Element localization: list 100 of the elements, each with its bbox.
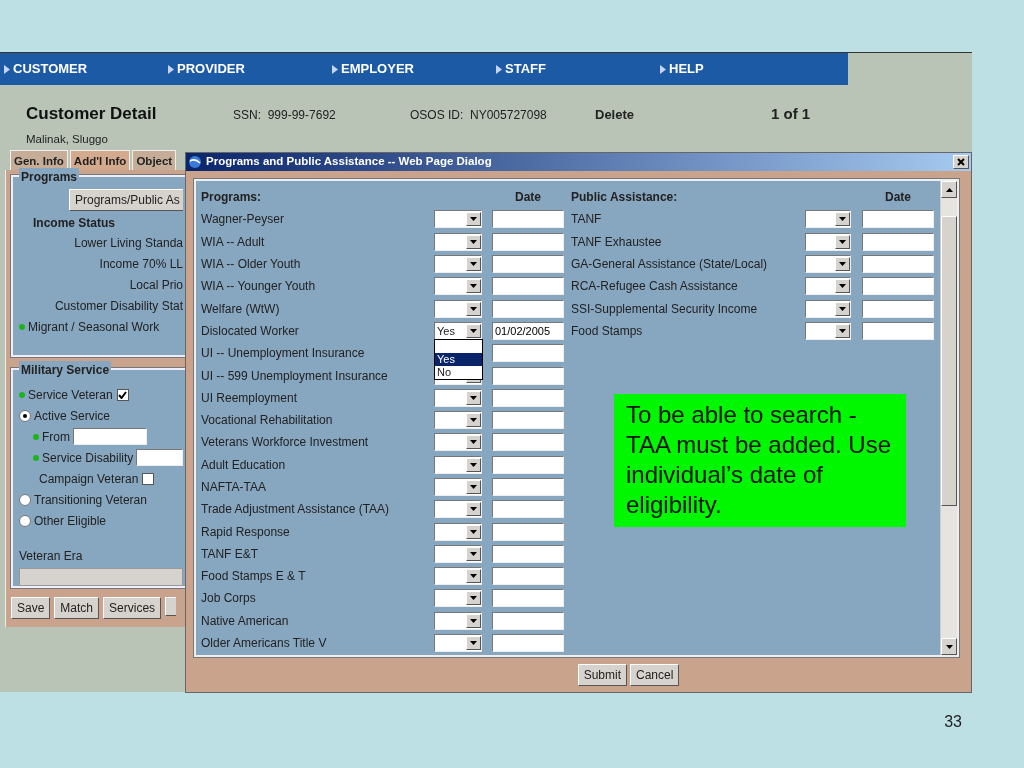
- date-field[interactable]: [492, 611, 564, 630]
- date-field[interactable]: [492, 344, 564, 363]
- column-heading: Public Assistance:: [571, 189, 679, 207]
- form-button[interactable]: [165, 597, 177, 616]
- date-field[interactable]: [492, 277, 564, 296]
- field-label: Income 70% LL: [99, 255, 183, 273]
- dropdown-field[interactable]: [434, 232, 482, 251]
- dropdown-field[interactable]: [434, 589, 482, 608]
- date-field[interactable]: [492, 433, 564, 452]
- date-field[interactable]: [492, 544, 564, 563]
- dropdown-field[interactable]: [434, 522, 482, 541]
- nav-link[interactable]: STAFF: [505, 59, 546, 79]
- dropdown-field[interactable]: [805, 277, 851, 296]
- dialog-button[interactable]: Submit: [577, 664, 627, 686]
- dropdown-field[interactable]: [805, 210, 851, 229]
- arrow-up-icon: [945, 187, 953, 192]
- close-icon: [957, 158, 965, 166]
- date-field[interactable]: [862, 277, 934, 296]
- dropdown-option[interactable]: No: [435, 366, 482, 380]
- dialog-button[interactable]: Cancel: [630, 664, 680, 686]
- tab[interactable]: Add'l Info: [69, 150, 131, 170]
- program-label: Food Stamps E & T: [201, 568, 307, 586]
- dropdown-field[interactable]: [434, 478, 482, 496]
- radio-label: Transitioning Veteran: [34, 491, 147, 509]
- dropdown-option[interactable]: Yes: [435, 353, 482, 367]
- dropdown-field[interactable]: [434, 455, 482, 474]
- form-button[interactable]: Match: [54, 597, 100, 619]
- caret-down-icon: [839, 306, 846, 311]
- assistance-label: SSI-Supplemental Security Income: [571, 300, 759, 318]
- dropdown-field[interactable]: [434, 411, 482, 430]
- caret-down-icon: [470, 551, 477, 556]
- date-field[interactable]: [492, 232, 564, 251]
- dropdown-field[interactable]: [434, 567, 482, 586]
- dropdown-field[interactable]: [434, 500, 482, 519]
- radio-button[interactable]: [19, 409, 31, 422]
- dropdown-field[interactable]: [19, 568, 183, 586]
- nav-link[interactable]: PROVIDER: [177, 59, 245, 79]
- caret-down-icon: [470, 507, 477, 512]
- column-heading: Date: [514, 189, 542, 207]
- date-field[interactable]: [492, 388, 564, 407]
- date-field[interactable]: [492, 522, 564, 541]
- dropdown-field[interactable]: [434, 388, 482, 407]
- program-label: Dislocated Worker: [201, 322, 300, 340]
- program-label: Job Corps: [201, 590, 257, 608]
- date-field[interactable]: [492, 589, 564, 608]
- date-field[interactable]: [492, 210, 564, 229]
- dropdown-field[interactable]: [434, 634, 482, 653]
- ssn-text: SSN: 999-99-7692: [233, 107, 337, 124]
- program-label: NAFTA-TAA: [201, 479, 267, 496]
- date-field[interactable]: [862, 210, 934, 229]
- nav-link[interactable]: CUSTOMER: [13, 59, 88, 79]
- caret-down-icon: [470, 618, 477, 623]
- date-field[interactable]: [492, 567, 564, 586]
- program-label: Wagner-Peyser: [201, 211, 285, 229]
- dropdown-field[interactable]: [805, 321, 851, 340]
- radio-button[interactable]: [19, 493, 31, 506]
- date-field[interactable]: [862, 321, 934, 340]
- dropdown-field[interactable]: [434, 544, 482, 563]
- tab[interactable]: Object: [132, 150, 177, 170]
- radio-button[interactable]: [19, 514, 31, 527]
- input-field[interactable]: [136, 449, 183, 466]
- dropdown-field[interactable]: [805, 299, 851, 318]
- close-button[interactable]: [953, 155, 969, 169]
- checkbox[interactable]: [116, 388, 129, 401]
- dropdown-field[interactable]: [434, 433, 482, 452]
- caret-down-icon: [470, 395, 477, 400]
- input-field[interactable]: [73, 428, 147, 445]
- nav-link[interactable]: EMPLOYER: [341, 59, 414, 79]
- date-field[interactable]: [492, 478, 564, 496]
- dropdown-field[interactable]: [805, 255, 851, 274]
- dropdown-field[interactable]: [434, 255, 482, 274]
- date-field[interactable]: [492, 500, 564, 519]
- arrow-down-icon: [945, 644, 953, 649]
- caret-down-icon: [470, 217, 477, 222]
- programs-button[interactable]: Programs/Public As: [69, 189, 183, 211]
- date-field[interactable]: [492, 366, 564, 385]
- field-label: Veteran Era: [19, 548, 84, 565]
- form-button[interactable]: Services: [103, 597, 162, 619]
- dropdown-field[interactable]: Yes: [434, 321, 482, 340]
- date-field[interactable]: [862, 255, 934, 274]
- delete-link[interactable]: Delete: [595, 105, 771, 125]
- date-field[interactable]: 01/02/2005: [492, 321, 564, 340]
- date-field[interactable]: [492, 634, 564, 653]
- nav-link[interactable]: HELP: [669, 59, 704, 79]
- form-button[interactable]: Save: [11, 597, 51, 619]
- tab[interactable]: Gen. Info: [10, 150, 68, 170]
- date-field[interactable]: [492, 299, 564, 318]
- dropdown-field[interactable]: [434, 299, 482, 318]
- date-field[interactable]: [862, 299, 934, 318]
- dropdown-field[interactable]: [434, 277, 482, 296]
- date-field[interactable]: [492, 255, 564, 274]
- scrollbar[interactable]: [940, 181, 957, 655]
- field-label: Customer Disability Stat: [54, 297, 183, 315]
- date-field[interactable]: [862, 232, 934, 251]
- checkbox[interactable]: [142, 472, 155, 485]
- date-field[interactable]: [492, 411, 564, 430]
- dropdown-field[interactable]: [805, 232, 851, 251]
- dropdown-field[interactable]: [434, 611, 482, 630]
- dropdown-field[interactable]: [434, 210, 482, 229]
- date-field[interactable]: [492, 455, 564, 474]
